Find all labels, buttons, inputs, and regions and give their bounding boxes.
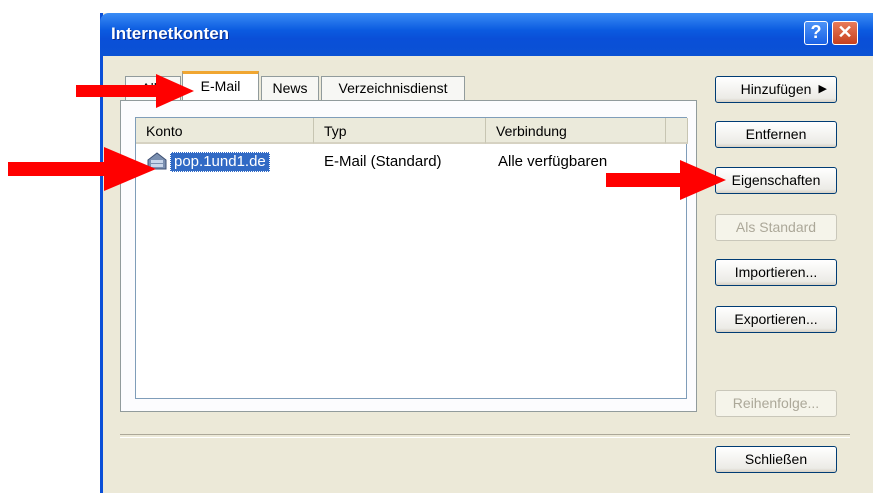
window-title: Internetkonten xyxy=(111,24,230,43)
import-button[interactable]: Importieren... xyxy=(715,259,837,286)
tab-news[interactable]: News xyxy=(261,76,319,100)
column-header-typ[interactable]: Typ xyxy=(314,118,486,144)
separator xyxy=(120,434,850,438)
arrow-to-email-tab xyxy=(76,74,194,108)
button-label: Entfernen xyxy=(745,126,807,142)
account-list[interactable]: Konto Typ Verbindung pop.1und1.de E-Mail… xyxy=(135,117,688,399)
help-icon[interactable]: ? xyxy=(804,21,828,45)
set-default-button[interactable]: Als Standard xyxy=(715,214,837,241)
tab-label: Verzeichnisdienst xyxy=(338,80,448,96)
column-header-verbindung[interactable]: Verbindung xyxy=(486,118,666,144)
button-label: Hinzufügen xyxy=(740,81,812,97)
close-button[interactable]: Schließen xyxy=(715,446,837,473)
export-button[interactable]: Exportieren... xyxy=(715,306,837,333)
button-label: Reihenfolge... xyxy=(732,395,820,411)
dropdown-arrow-icon: ▶ xyxy=(818,83,827,95)
account-connection: Alle verfügbaren xyxy=(498,153,608,170)
button-label: Als Standard xyxy=(735,219,817,235)
arrow-to-properties xyxy=(606,160,726,200)
button-label: Exportieren... xyxy=(734,311,818,327)
column-header-filler xyxy=(666,118,688,144)
column-label: Konto xyxy=(146,123,183,139)
column-header-konto[interactable]: Konto xyxy=(136,118,314,144)
properties-button[interactable]: Eigenschaften xyxy=(715,167,837,194)
tab-verzeichnisdienst[interactable]: Verzeichnisdienst xyxy=(321,76,465,100)
close-icon[interactable]: ✕ xyxy=(832,21,858,45)
tab-label: E-Mail xyxy=(200,78,241,94)
arrow-to-account xyxy=(8,147,156,191)
button-label: Importieren... xyxy=(734,264,818,280)
account-type: E-Mail (Standard) xyxy=(324,153,442,170)
column-label: Verbindung xyxy=(496,123,567,139)
title-bar[interactable]: Internetkonten ? ✕ xyxy=(100,13,873,56)
account-name: pop.1und1.de xyxy=(170,152,270,172)
order-button[interactable]: Reihenfolge... xyxy=(715,390,837,417)
column-label: Typ xyxy=(324,123,347,139)
button-label: Schließen xyxy=(744,451,808,467)
button-label: Eigenschaften xyxy=(731,172,821,188)
add-button[interactable]: Hinzufügen ▶ xyxy=(715,76,837,103)
remove-button[interactable]: Entfernen xyxy=(715,121,837,148)
tab-label: News xyxy=(272,80,308,96)
